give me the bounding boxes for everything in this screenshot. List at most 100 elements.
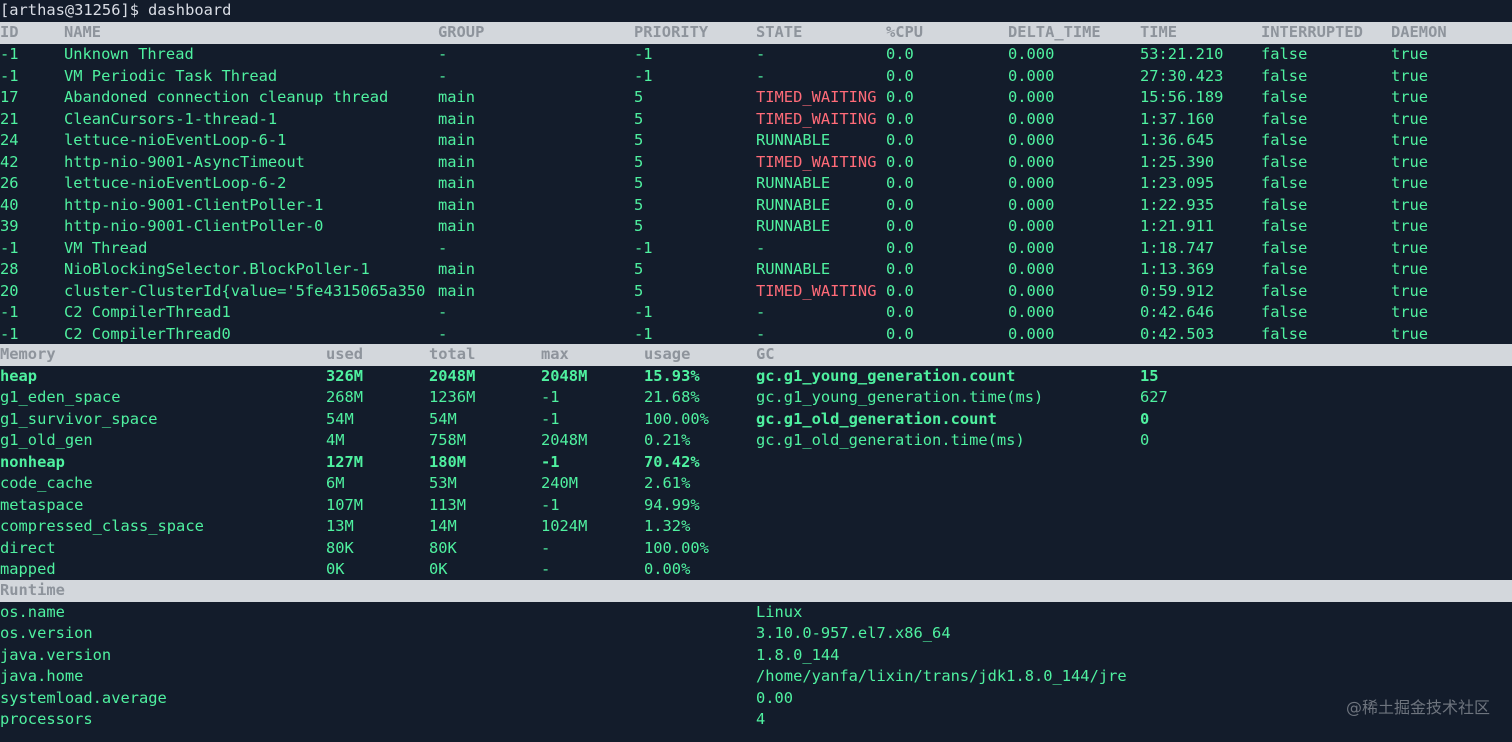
thread-state: -	[756, 303, 766, 321]
thread-daemon: true	[1391, 152, 1429, 171]
thread-row: 21 CleanCursors-1-thread-1 main 5 TIMED_WAIT…	[0, 109, 1512, 131]
memory-max: 1024M	[541, 517, 588, 535]
thread-row: -1 VM Periodic Task Thread - -1 - 0.0 0.000 27:…	[0, 66, 1512, 88]
thread-group: -	[438, 303, 448, 321]
memory-total: 113M	[429, 495, 467, 514]
memory-usage: 100.00%	[644, 409, 709, 428]
thread-id: -1	[0, 324, 19, 343]
memory-max: -	[541, 538, 551, 557]
thread-daemon: true	[1391, 45, 1429, 63]
memory-total: 180M	[429, 452, 467, 471]
thread-daemon: true	[1391, 174, 1429, 192]
thread-interrupted: false	[1261, 152, 1308, 171]
thread-priority: 5	[634, 260, 644, 278]
thread-daemon: true	[1391, 281, 1429, 300]
thread-daemon: true	[1391, 131, 1429, 149]
thread-priority: -1	[634, 324, 653, 343]
memory-used: 6M	[326, 474, 345, 492]
runtime-row: processors 4	[0, 709, 1512, 731]
thread-id: 24	[0, 131, 19, 149]
runtime-value: 3.10.0-957.el7.x86_64	[756, 624, 951, 642]
thread-delta-time: 0.000	[1008, 109, 1055, 128]
memory-name: g1_eden_space	[0, 388, 121, 406]
thread-delta-time: 0.000	[1008, 217, 1055, 235]
col-header-usage: usage	[644, 345, 691, 363]
thread-group: main	[438, 195, 476, 214]
thread-priority: 5	[634, 217, 644, 235]
thread-name: NioBlockingSelector.BlockPoller-1	[64, 260, 370, 278]
memory-max: 240M	[541, 474, 579, 492]
thread-id: -1	[0, 66, 19, 85]
thread-interrupted: false	[1261, 281, 1308, 300]
memory-usage: 94.99%	[644, 495, 700, 514]
memory-used: 326M	[326, 366, 364, 385]
memory-total: 80K	[429, 538, 457, 557]
memory-total: 14M	[429, 517, 457, 535]
col-header-daemon: DAEMON	[1391, 23, 1447, 41]
thread-cpu: 0.0	[886, 174, 914, 192]
memory-used: 268M	[326, 388, 364, 406]
thread-name: http-nio-9001-ClientPoller-0	[64, 217, 324, 235]
thread-name: http-nio-9001-ClientPoller-1	[64, 195, 324, 214]
thread-priority: 5	[634, 152, 644, 171]
gc-metric-value: 0	[1140, 431, 1150, 449]
thread-id: -1	[0, 45, 19, 63]
thread-delta-time: 0.000	[1008, 303, 1055, 321]
thread-group: -	[438, 238, 448, 257]
memory-row: g1_old_gen 4M 758M 2048M 0.21% gc.g1_old_gene…	[0, 430, 1512, 452]
thread-time: 0:42.503	[1140, 324, 1215, 343]
memory-name: g1_survivor_space	[0, 409, 158, 428]
col-header-cpu: %CPU	[886, 23, 924, 41]
prompt-text: [arthas@31256]$	[0, 1, 139, 19]
thread-priority: 5	[634, 281, 644, 300]
memory-used: 54M	[326, 409, 354, 428]
thread-interrupted: false	[1261, 109, 1308, 128]
thread-group: main	[438, 281, 476, 300]
thread-cpu: 0.0	[886, 281, 914, 300]
thread-delta-time: 0.000	[1008, 174, 1055, 192]
thread-group: main	[438, 174, 476, 192]
thread-delta-time: 0.000	[1008, 45, 1055, 63]
thread-interrupted: false	[1261, 174, 1308, 192]
memory-usage: 0.21%	[644, 431, 691, 449]
thread-daemon: true	[1391, 88, 1429, 106]
thread-group: main	[438, 131, 476, 149]
runtime-header: Runtime	[0, 580, 1512, 602]
thread-daemon: true	[1391, 66, 1429, 85]
runtime-value: 1.8.0_144	[756, 645, 840, 664]
thread-table-header: ID NAME GROUP PRIORITY STATE %CPU DELTA_…	[0, 22, 1512, 44]
thread-interrupted: false	[1261, 195, 1308, 214]
memory-name: heap	[0, 366, 38, 385]
thread-cpu: 0.0	[886, 66, 914, 85]
thread-daemon: true	[1391, 260, 1429, 278]
thread-time: 1:36.645	[1140, 131, 1215, 149]
memory-max: -1	[541, 388, 560, 406]
thread-group: -	[438, 45, 448, 63]
thread-time: 1:37.160	[1140, 109, 1215, 128]
memory-total: 758M	[429, 431, 467, 449]
thread-cpu: 0.0	[886, 260, 914, 278]
thread-priority: 5	[634, 195, 644, 214]
thread-state: -	[756, 238, 766, 257]
thread-daemon: true	[1391, 303, 1429, 321]
thread-name: Abandoned connection cleanup thread	[64, 88, 389, 106]
thread-row: 42 http-nio-9001-AsyncTimeout main 5 TIMED_W…	[0, 152, 1512, 174]
thread-group: main	[438, 260, 476, 278]
thread-daemon: true	[1391, 238, 1429, 257]
thread-delta-time: 0.000	[1008, 238, 1055, 257]
memory-used: 4M	[326, 431, 345, 449]
thread-row: -1 VM Thread - -1 - 0.0 0.000 1:18.747 false true	[0, 238, 1512, 260]
col-header-name: NAME	[64, 23, 102, 41]
memory-row: direct 80K 80K - 100.00%	[0, 538, 1512, 560]
thread-name: C2 CompilerThread1	[64, 303, 231, 321]
col-header-time: TIME	[1140, 23, 1178, 41]
thread-cpu: 0.0	[886, 303, 914, 321]
memory-total: 2048M	[429, 366, 476, 385]
col-header-id: ID	[0, 23, 19, 41]
thread-interrupted: false	[1261, 131, 1308, 149]
thread-group: main	[438, 217, 476, 235]
runtime-key: os.version	[0, 624, 93, 642]
thread-state: -	[756, 324, 766, 343]
thread-time: 1:23.095	[1140, 174, 1215, 192]
thread-delta-time: 0.000	[1008, 324, 1055, 343]
